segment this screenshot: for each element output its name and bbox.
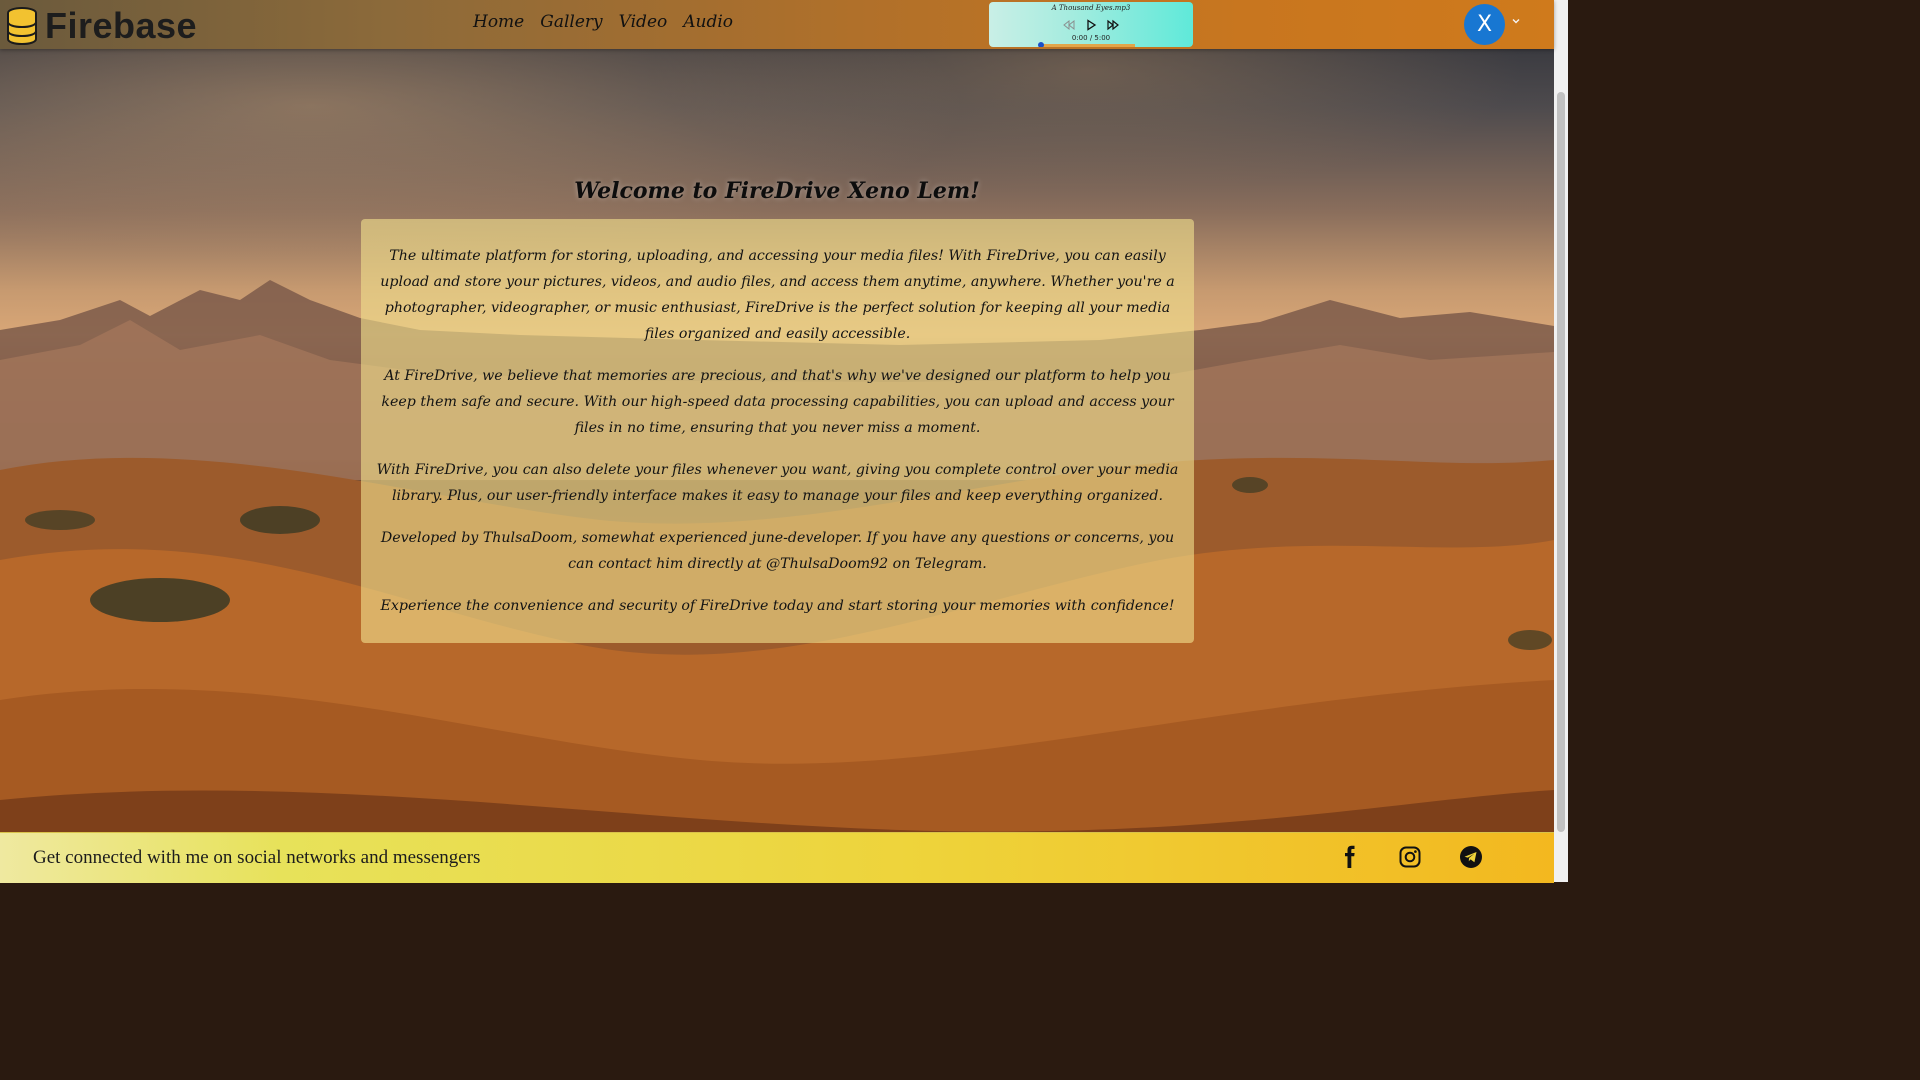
main-nav: Home Gallery Video Audio: [473, 12, 733, 32]
database-icon: [7, 7, 37, 45]
brand-name: Firebase: [45, 5, 198, 46]
player-controls: [989, 16, 1193, 31]
intro-card: The ultimate platform for storing, uploa…: [361, 219, 1194, 643]
nav-gallery[interactable]: Gallery: [540, 12, 602, 32]
player-progress-bar[interactable]: [1039, 44, 1135, 47]
intro-paragraph: Developed by ThulsaDoom, somewhat experi…: [380, 530, 1175, 572]
telegram-icon[interactable]: [1459, 845, 1483, 869]
intro-paragraph: The ultimate platform for storing, uploa…: [380, 248, 1175, 342]
top-navbar: Firebase Home Gallery Video Audio A Thou…: [0, 0, 1554, 49]
footer: Get connected with me on social networks…: [0, 832, 1554, 883]
rewind-icon[interactable]: [1063, 16, 1075, 31]
footer-text: Get connected with me on social networks…: [33, 847, 481, 868]
player-progress-handle[interactable]: [1038, 42, 1044, 47]
nav-video[interactable]: Video: [619, 12, 668, 32]
intro-paragraph: With FireDrive, you can also delete your…: [376, 462, 1179, 504]
instagram-icon[interactable]: [1398, 845, 1422, 869]
intro-paragraph: At FireDrive, we believe that memories a…: [381, 368, 1174, 436]
player-time: 0:00 / 5:00: [1071, 34, 1111, 42]
nav-audio[interactable]: Audio: [683, 12, 733, 32]
page-title: Welcome to FireDrive Xeno Lem!: [574, 177, 980, 204]
page-scrollbar[interactable]: [1554, 0, 1568, 882]
facebook-icon[interactable]: [1338, 845, 1362, 869]
intro-paragraph: Experience the convenience and security …: [380, 598, 1175, 614]
audio-player: A Thousand Eyes.mp3 0:00 / 5:00: [989, 2, 1193, 47]
nav-home[interactable]: Home: [473, 12, 524, 32]
play-icon[interactable]: [1085, 16, 1097, 31]
track-title: A Thousand Eyes.mp3: [1051, 4, 1131, 12]
brand-logo[interactable]: Firebase: [6, 7, 197, 45]
chevron-down-icon[interactable]: [1511, 16, 1521, 26]
scrollbar-thumb[interactable]: [1557, 92, 1565, 832]
fast-forward-icon[interactable]: [1107, 16, 1119, 31]
user-avatar[interactable]: X: [1464, 4, 1505, 45]
